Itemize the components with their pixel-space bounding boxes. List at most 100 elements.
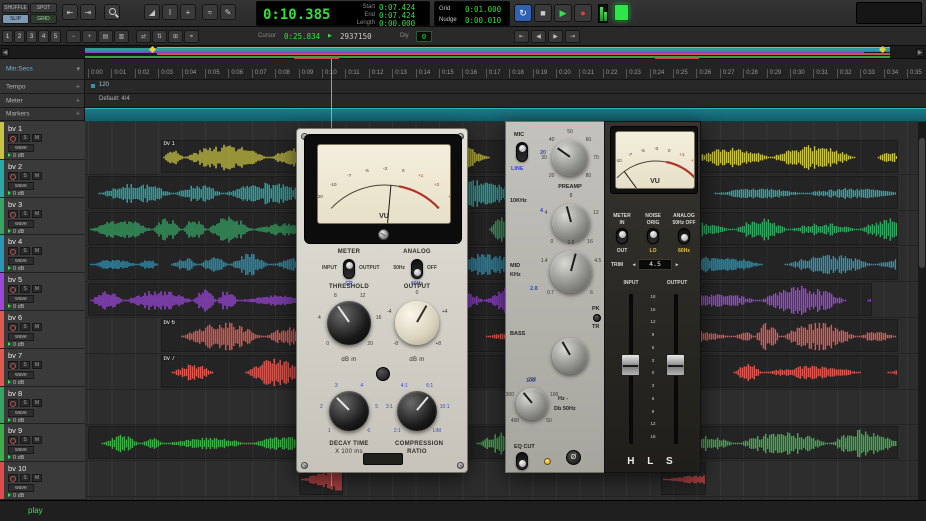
input-fader[interactable] [621,354,640,376]
solo-button[interactable]: S [20,210,30,218]
nudge-value[interactable]: 0:00.010 [465,16,501,25]
eq-cut-switch[interactable] [516,452,528,470]
track-tile[interactable]: bv 8SMwave0 dB [0,387,85,425]
stop-button[interactable]: ■ [534,4,552,22]
track-lane[interactable] [85,461,918,497]
meter-ruler-label[interactable]: Meter [6,97,23,104]
tab-forward-icon[interactable]: ⇥ [80,4,96,20]
scroll-left-icon[interactable]: ◀ [1,48,9,57]
track-name[interactable]: bv 6 [8,313,22,322]
mirrored-midi-icon[interactable]: ⌖ [184,30,199,43]
mute-button[interactable]: M [32,361,42,369]
track-view-selector[interactable]: wave [8,295,34,303]
track-tile[interactable]: bv 1SMwave0 dB [0,122,85,160]
zoom-preset-3[interactable]: 3 [26,30,37,43]
track-name[interactable]: bv 1 [8,124,22,133]
record-enable-button[interactable] [8,210,18,218]
markers-ruler-cell[interactable]: Markers + [0,108,84,121]
audio-region[interactable] [88,426,898,459]
track-tile[interactable]: bv 4SMwave0 dB [0,235,85,273]
solo-button[interactable]: S [20,172,30,180]
fast-forward-button[interactable]: ▶ [548,30,563,43]
audio-region[interactable] [88,247,898,280]
grid-value[interactable]: 0:01.000 [465,5,501,14]
track-name[interactable]: bv 5 [8,275,22,284]
tempo-value[interactable]: 120 [99,82,109,88]
solo-button[interactable]: S [20,399,30,407]
go-to-end-button[interactable]: ⇥ [565,30,580,43]
compressor-plugin-window[interactable]: -20-10-7-5-30+1+2+3VU METER ANALOG INPUT… [296,128,468,473]
selector-tool-icon[interactable]: I [162,4,178,20]
track-name[interactable]: bv 4 [8,237,22,246]
track-name[interactable]: bv 8 [8,389,22,398]
track-view-selector[interactable]: wave [8,257,34,265]
track-volume[interactable]: 0 dB [8,455,24,461]
low-cut-knob[interactable] [516,388,548,420]
output-knob[interactable] [395,301,439,345]
meter-value[interactable]: Default: 4/4 [99,96,130,102]
record-enable-button[interactable] [8,361,18,369]
mute-button[interactable]: M [32,323,42,331]
solo-button[interactable]: S [20,436,30,444]
add-meter-icon[interactable]: + [76,97,80,104]
track-volume[interactable]: 0 dB [8,229,24,235]
record-enable-button[interactable] [8,474,18,482]
record-button[interactable]: ● [574,4,592,22]
mute-button[interactable]: M [32,399,42,407]
track-view-selector[interactable]: wave [8,409,34,417]
record-enable-button[interactable] [8,247,18,255]
zoom-in-icon[interactable]: + [82,30,97,43]
track-volume[interactable]: 0 dB [8,418,24,424]
decay-time-knob[interactable] [329,391,369,431]
track-view-selector[interactable]: wave [8,220,34,228]
mute-button[interactable]: M [32,134,42,142]
track-volume[interactable]: 0 dB [8,191,24,197]
vertical-scrollbar[interactable] [918,122,926,500]
trim-up-icon[interactable]: ▸ [674,262,680,268]
phase-button[interactable]: Ø [566,450,581,465]
scrubber-tool-icon[interactable]: ≈ [202,4,218,20]
record-enable-button[interactable] [8,285,18,293]
solo-button[interactable]: S [20,323,30,331]
track-tile[interactable]: bv 2SMwave0 dB [0,160,85,198]
audio-region[interactable] [88,212,898,245]
minsec-ruler[interactable]: 0:000:010:020:030:040:050:060:070:080:09… [85,59,926,80]
main-counter[interactable]: 0:10.385 [263,7,330,23]
trim-tool-icon[interactable]: ◢ [144,4,160,20]
track-volume[interactable]: 0 dB [8,153,24,159]
track-lane[interactable] [85,390,918,426]
track-view-selector[interactable]: wave [8,371,34,379]
mute-button[interactable]: M [32,285,42,293]
online-led[interactable] [614,4,629,21]
audio-region[interactable] [88,176,898,209]
preamp-knob[interactable] [552,140,588,176]
tempo-ruler-cell[interactable]: Tempo + [0,80,84,94]
meter-ruler-cell[interactable]: Meter + [0,94,84,108]
track-tile[interactable]: bv 5SMwave0 dB [0,273,85,311]
pencil-tool-icon[interactable]: ✎ [220,4,236,20]
track-tile[interactable]: bv 7SMwave0 dB [0,349,85,387]
meter-source-switch[interactable] [343,259,355,279]
zoom-preset-2[interactable]: 2 [14,30,25,43]
record-enable-button[interactable] [8,399,18,407]
track-tile[interactable]: bv 3SMwave0 dB [0,198,85,236]
waveform-zoom-icon[interactable]: ▤ [98,30,113,43]
edit-mode-grid[interactable]: GRID [30,14,57,24]
tempo-ruler-lane[interactable]: 120 [85,80,926,94]
track-view-selector[interactable]: wave [8,446,34,454]
track-name[interactable]: bv 9 [8,426,22,435]
edit-mode-shuffle[interactable]: SHUFFLE [2,3,29,13]
markers-ruler-lane[interactable] [85,108,926,122]
hls-channel-plugin-window[interactable]: MIC LINE 20 PREAMP 10KHz 4 MID KHz 2.8 P… [505,121,701,473]
grabber-tool-icon[interactable]: + [180,4,196,20]
noise-switch[interactable] [647,228,659,244]
record-enable-button[interactable] [8,436,18,444]
markers-ruler-label[interactable]: Markers [6,111,29,118]
track-volume[interactable]: 0 dB [8,342,24,348]
rewind-button[interactable]: ◀ [531,30,546,43]
link-timeline-icon[interactable]: ⇄ [136,30,151,43]
solo-button[interactable]: S [20,285,30,293]
ruler-dropdown-icon[interactable]: ▾ [76,65,80,73]
solo-button[interactable]: S [20,361,30,369]
zoom-preset-5[interactable]: 5 [50,30,61,43]
